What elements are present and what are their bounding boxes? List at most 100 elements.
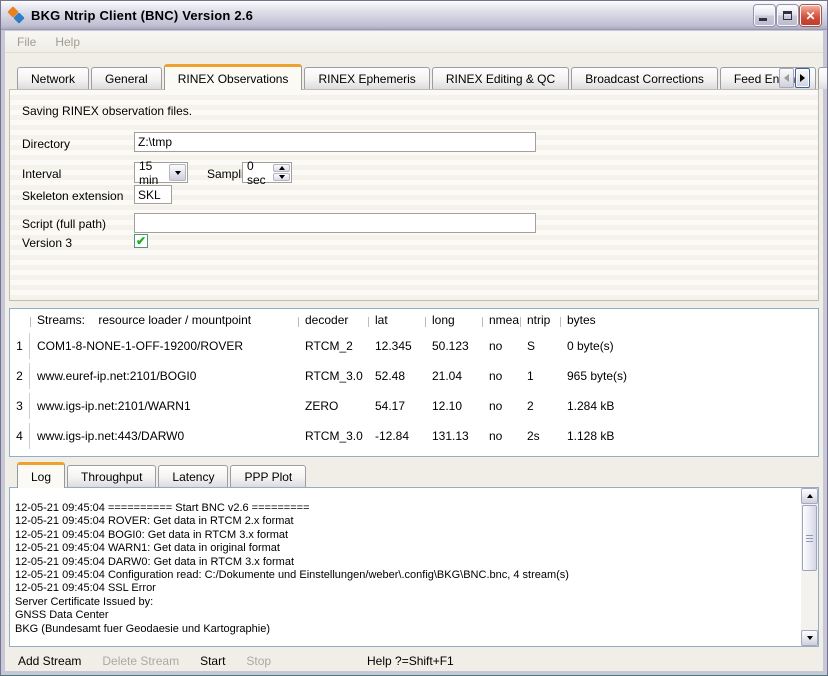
- log-panel[interactable]: 12-05-21 09:45:04 ========== Start BNC v…: [9, 487, 819, 647]
- interval-label: Interval: [22, 167, 61, 181]
- main-tab-bar: Network General RINEX Observations RINEX…: [9, 57, 819, 89]
- script-path-input[interactable]: [134, 213, 536, 233]
- tab-scroll-left-button: [779, 68, 794, 88]
- cell-long: 50.123: [425, 339, 482, 353]
- stream-row[interactable]: 3 www.igs-ip.net:2101/WARN1 ZERO 54.17 1…: [10, 391, 818, 421]
- rinex-observations-panel: Saving RINEX observation files. Director…: [9, 89, 819, 301]
- log-line: 12-05-21 09:45:04 SSL Error: [15, 582, 796, 595]
- close-button[interactable]: ✕: [800, 5, 821, 26]
- row-number: 3: [10, 393, 30, 419]
- sampling-down-button[interactable]: [273, 173, 290, 181]
- directory-label: Directory: [22, 137, 70, 151]
- cell-mountpoint: www.igs-ip.net:443/DARW0: [30, 429, 298, 443]
- log-line: 12-05-21 09:45:04 WARN1: Get data in ori…: [15, 542, 796, 555]
- maximize-icon: [783, 11, 792, 20]
- chevron-up-icon: [807, 494, 813, 498]
- cell-bytes: 965 byte(s): [560, 369, 818, 383]
- scrollbar-thumb[interactable]: [802, 505, 817, 571]
- window-title: BKG Ntrip Client (BNC) Version 2.6: [31, 8, 253, 23]
- cell-decoder: RTCM_3.0: [298, 369, 368, 383]
- titlebar[interactable]: BKG Ntrip Client (BNC) Version 2.6 ✕: [1, 1, 827, 30]
- log-scrollbar[interactable]: [801, 488, 818, 646]
- tab-throughput[interactable]: Throughput: [67, 465, 156, 487]
- header-decoder: decoder: [298, 313, 368, 327]
- tab-broadcast-corrections[interactable]: Broadcast Corrections: [571, 67, 718, 89]
- cell-nmea: no: [482, 339, 520, 353]
- cell-mountpoint: COM1-8-NONE-1-OFF-19200/ROVER: [30, 339, 298, 353]
- help-button[interactable]: Help ?=Shift+F1: [367, 654, 454, 668]
- chevron-left-icon: [784, 74, 789, 82]
- stop-button: Stop: [246, 654, 271, 668]
- skeleton-extension-input[interactable]: [134, 185, 172, 204]
- maximize-button[interactable]: [777, 5, 798, 26]
- tab-general[interactable]: General: [91, 67, 162, 89]
- scroll-down-button[interactable]: [801, 630, 818, 646]
- scroll-up-button[interactable]: [801, 488, 818, 504]
- menu-file[interactable]: File: [17, 35, 36, 49]
- chevron-down-icon: [279, 175, 285, 179]
- scrollbar-grip-icon: [806, 535, 813, 542]
- add-stream-button[interactable]: Add Stream: [18, 654, 81, 668]
- log-text: 12-05-21 09:45:04 ========== Start BNC v…: [10, 488, 800, 646]
- log-line: GNSS Data Center: [15, 609, 796, 622]
- cell-decoder: RTCM_3.0: [298, 429, 368, 443]
- header-nmea: nmea: [482, 313, 520, 327]
- cell-lat: -12.84: [368, 429, 425, 443]
- close-icon: ✕: [801, 6, 820, 25]
- cell-lat: 54.17: [368, 399, 425, 413]
- cell-bytes: 1.128 kB: [560, 429, 818, 443]
- cell-nmea: no: [482, 369, 520, 383]
- version3-checkbox[interactable]: ✔: [134, 234, 148, 248]
- interval-dropdown-button[interactable]: [169, 164, 186, 181]
- chevron-up-icon: [279, 166, 285, 170]
- tab-rinex-observations[interactable]: RINEX Observations: [164, 64, 303, 90]
- stream-row[interactable]: 1 COM1-8-NONE-1-OFF-19200/ROVER RTCM_2 1…: [10, 331, 818, 361]
- cell-ntrip: 2: [520, 399, 560, 413]
- sampling-spinner[interactable]: 0 sec: [242, 162, 292, 183]
- cell-long: 21.04: [425, 369, 482, 383]
- chevron-right-icon: [800, 74, 805, 82]
- stream-row[interactable]: 2 www.euref-ip.net:2101/BOGI0 RTCM_3.0 5…: [10, 361, 818, 391]
- panel-description: Saving RINEX observation files.: [22, 104, 192, 118]
- tab-ppp-plot[interactable]: PPP Plot: [230, 465, 306, 487]
- tab-rinex-ephemeris[interactable]: RINEX Ephemeris: [304, 67, 429, 89]
- log-line: 12-05-21 09:45:04 DARW0: Get data in RTC…: [15, 556, 796, 569]
- delete-stream-button: Delete Stream: [102, 654, 179, 668]
- header-lat: lat: [368, 313, 425, 327]
- version3-label: Version 3: [22, 236, 72, 250]
- row-number: 1: [10, 333, 30, 359]
- tab-scroll-buttons: [779, 68, 810, 88]
- row-number: 4: [10, 423, 30, 449]
- cell-lat: 52.48: [368, 369, 425, 383]
- log-line: Server Certificate Issued by:: [15, 596, 796, 609]
- check-icon: ✔: [136, 235, 146, 247]
- tab-log[interactable]: Log: [17, 462, 65, 488]
- sampling-up-button[interactable]: [273, 164, 290, 172]
- cell-ntrip: 2s: [520, 429, 560, 443]
- interval-value: 15 min: [135, 159, 168, 187]
- start-button[interactable]: Start: [200, 654, 225, 668]
- menu-help[interactable]: Help: [55, 35, 80, 49]
- tab-network[interactable]: Network: [17, 67, 89, 89]
- minimize-button[interactable]: [754, 5, 775, 26]
- script-path-label: Script (full path): [22, 217, 106, 231]
- directory-input[interactable]: [134, 132, 536, 152]
- client-area: File Help Network General RINEX Observat…: [5, 31, 823, 671]
- chevron-down-icon: [175, 171, 181, 175]
- header-long: long: [425, 313, 482, 327]
- streams-table-header: Streams: resource loader / mountpoint de…: [10, 309, 818, 331]
- stream-row[interactable]: 4 www.igs-ip.net:443/DARW0 RTCM_3.0 -12.…: [10, 421, 818, 451]
- footer-bar: Add Stream Delete Stream Start Stop Help…: [9, 647, 819, 674]
- interval-select[interactable]: 15 min: [134, 162, 188, 183]
- cell-bytes: 0 byte(s): [560, 339, 818, 353]
- sampling-value: 0 sec: [243, 159, 272, 187]
- cell-decoder: ZERO: [298, 399, 368, 413]
- cell-long: 131.13: [425, 429, 482, 443]
- tab-serial-output[interactable]: Serial Output: [818, 67, 828, 89]
- sampling-spin-buttons: [273, 164, 290, 181]
- tab-rinex-editing-qc[interactable]: RINEX Editing & QC: [432, 67, 569, 89]
- tab-scroll-right-button[interactable]: [795, 68, 810, 88]
- tab-latency[interactable]: Latency: [158, 465, 228, 487]
- cell-bytes: 1.284 kB: [560, 399, 818, 413]
- app-window: BKG Ntrip Client (BNC) Version 2.6 ✕ Fil…: [0, 0, 828, 676]
